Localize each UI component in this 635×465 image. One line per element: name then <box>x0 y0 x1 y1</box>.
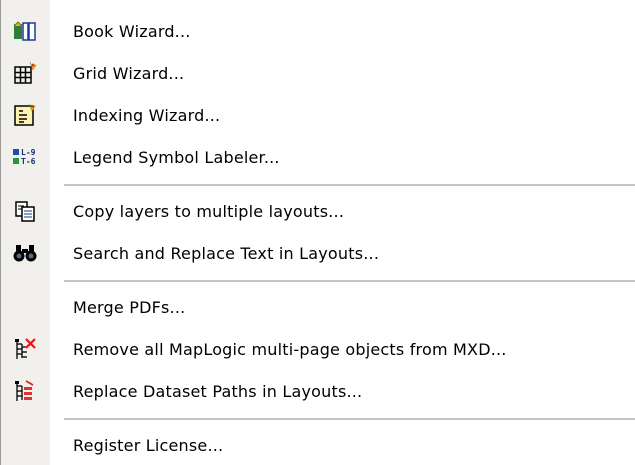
menu-item-book-wizard[interactable]: Book Wizard... <box>0 13 635 49</box>
legend-icon-text-2: T-6 <box>21 157 36 166</box>
remove-objects-icon <box>12 336 38 362</box>
book-wizard-icon <box>12 18 38 44</box>
menu-separator <box>64 280 635 282</box>
menu-item-label: Legend Symbol Labeler... <box>73 147 280 167</box>
menu-item-label: Merge PDFs... <box>73 297 186 317</box>
menu-item-search-replace[interactable]: Search and Replace Text in Layouts... <box>0 235 635 271</box>
menu-item-label: Search and Replace Text in Layouts... <box>73 243 380 263</box>
menu-item-label: Grid Wizard... <box>73 63 185 83</box>
replace-paths-icon <box>12 378 38 404</box>
mapping-tools-menu: Book Wizard... Grid Wizard... Indexing W… <box>0 0 635 465</box>
menu-item-label: Register License... <box>73 435 224 455</box>
menu-item-grid-wizard[interactable]: Grid Wizard... <box>0 55 635 91</box>
menu-item-register-license[interactable]: Register License... <box>0 427 635 463</box>
menu-separator <box>64 184 635 186</box>
menu-item-merge-pdfs[interactable]: Merge PDFs... <box>0 289 635 325</box>
legend-symbol-icon: L-9 T-6 <box>12 144 38 170</box>
menu-item-replace-dataset-paths[interactable]: Replace Dataset Paths in Layouts... <box>0 373 635 409</box>
legend-icon-text-1: L-9 <box>21 148 36 157</box>
menu-item-indexing-wizard[interactable]: Indexing Wizard... <box>0 97 635 133</box>
menu-item-label: Remove all MapLogic multi-page objects f… <box>73 339 507 359</box>
menu-item-copy-layers[interactable]: Copy layers to multiple layouts... <box>0 193 635 229</box>
menu-item-label: Book Wizard... <box>73 21 191 41</box>
grid-wizard-icon <box>12 60 38 86</box>
binoculars-icon <box>12 240 38 266</box>
menu-item-remove-maplogic-objects[interactable]: Remove all MapLogic multi-page objects f… <box>0 331 635 367</box>
menu-separator <box>64 418 635 420</box>
menu-item-label: Indexing Wizard... <box>73 105 221 125</box>
menu-item-legend-symbol-labeler[interactable]: L-9 T-6 Legend Symbol Labeler... <box>0 139 635 175</box>
menu-item-label: Replace Dataset Paths in Layouts... <box>73 381 363 401</box>
menu-item-label: Copy layers to multiple layouts... <box>73 201 345 221</box>
copy-layers-icon <box>12 198 38 224</box>
indexing-wizard-icon <box>12 102 38 128</box>
